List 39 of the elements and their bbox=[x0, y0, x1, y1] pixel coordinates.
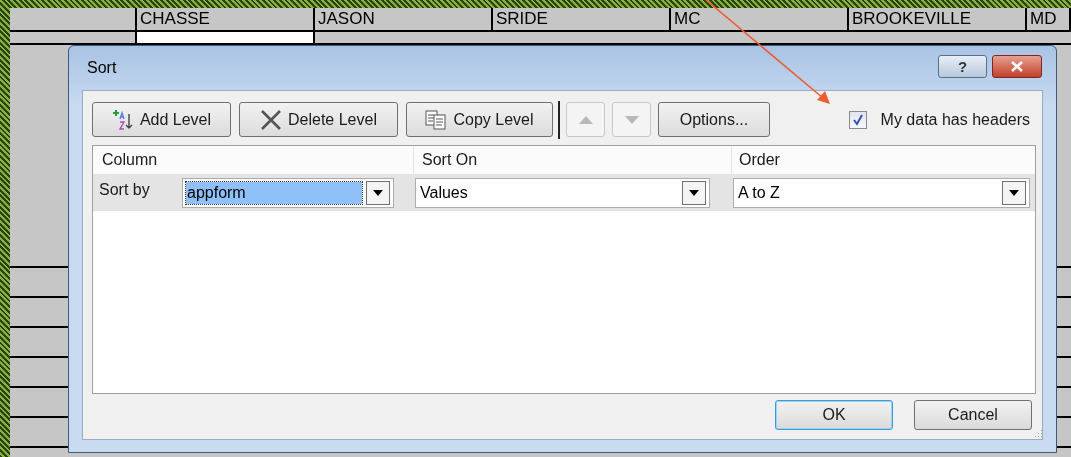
column-header-cell: CHASSE bbox=[137, 8, 315, 30]
delete-level-button[interactable]: Delete Level bbox=[239, 102, 398, 137]
dropdown-button[interactable] bbox=[366, 181, 390, 205]
ok-button[interactable]: OK bbox=[775, 400, 893, 430]
checkbox-label: My data has headers bbox=[880, 109, 1030, 130]
column-dropdown[interactable]: appform bbox=[182, 178, 394, 208]
order-dropdown[interactable]: A to Z bbox=[733, 178, 1030, 208]
caret-icon bbox=[1009, 190, 1019, 196]
column-heading: Sort On bbox=[422, 150, 478, 170]
column-header-cell: JASON bbox=[315, 8, 493, 30]
dropdown-button[interactable] bbox=[1002, 181, 1026, 205]
help-button[interactable]: ? bbox=[938, 54, 987, 78]
caret-icon bbox=[689, 190, 699, 196]
sort-on-dropdown[interactable]: Values bbox=[415, 178, 710, 208]
dialog-title: Sort bbox=[87, 58, 117, 78]
copy-icon bbox=[425, 109, 448, 130]
close-icon bbox=[1010, 60, 1024, 72]
check-icon bbox=[851, 113, 864, 126]
options-button[interactable]: Options... bbox=[658, 102, 770, 137]
column-heading: Order bbox=[739, 150, 780, 170]
column-header-cell: MD bbox=[1027, 8, 1071, 30]
column-heading: Column bbox=[102, 150, 158, 170]
column-header-cell: SRIDE bbox=[493, 8, 671, 30]
column-header-cell: BROOKEVILLE bbox=[849, 8, 1027, 30]
copy-level-button[interactable]: Copy Level bbox=[406, 102, 553, 137]
dropdown-button[interactable] bbox=[682, 181, 706, 205]
caret-icon bbox=[373, 190, 383, 196]
sort-add-icon bbox=[111, 108, 134, 131]
sort-level-row[interactable]: Sort by appform Values A to Z bbox=[93, 175, 1035, 211]
cancel-button[interactable]: Cancel bbox=[914, 400, 1032, 430]
add-level-button[interactable]: Add Level bbox=[92, 102, 231, 137]
x-icon bbox=[260, 109, 282, 130]
headers-checkbox[interactable] bbox=[848, 110, 867, 129]
close-button[interactable] bbox=[992, 54, 1042, 78]
resize-grip-icon bbox=[1033, 428, 1043, 438]
column-header-cell: MC bbox=[671, 8, 849, 30]
up-arrow-icon bbox=[578, 115, 593, 124]
down-arrow-icon bbox=[624, 115, 639, 124]
level-label: Sort by bbox=[98, 180, 151, 200]
